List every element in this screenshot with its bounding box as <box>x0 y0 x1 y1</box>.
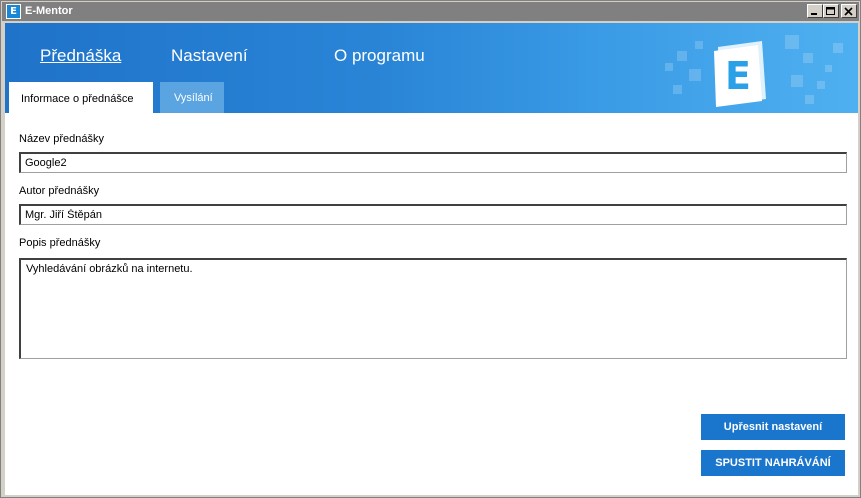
decor-square <box>825 65 832 72</box>
description-label: Popis přednášky <box>19 237 101 249</box>
minimize-button[interactable] <box>807 4 823 18</box>
author-label: Autor přednášky <box>19 185 100 197</box>
form-panel: Název přednášky Autor přednášky Popis př… <box>5 113 858 495</box>
lecture-title-input[interactable] <box>19 152 847 173</box>
tab-informace[interactable]: Informace o přednášce <box>9 82 153 113</box>
decor-square <box>665 63 673 71</box>
description-textarea[interactable]: Vyhledávání obrázků na internetu. <box>19 258 847 359</box>
decor-square <box>677 51 687 61</box>
decor-square <box>689 69 701 81</box>
decor-square <box>673 85 682 94</box>
nav-nastaveni[interactable]: Nastavení <box>171 46 248 66</box>
maximize-icon <box>826 7 835 15</box>
header-banner: Přednáška Nastavení O programu E Informa… <box>5 23 858 113</box>
decor-square <box>833 43 843 53</box>
decor-square <box>803 53 813 63</box>
close-button[interactable] <box>841 4 857 18</box>
decor-square <box>785 35 799 49</box>
author-input[interactable] <box>19 204 847 225</box>
lecture-title-label: Název přednášky <box>19 133 104 145</box>
svg-text:E: E <box>725 54 751 98</box>
app-icon: E <box>6 4 21 19</box>
app-window: E E-Mentor Přednáška Nastavení O program… <box>0 0 861 498</box>
app-logo: E <box>710 37 770 107</box>
maximize-button[interactable] <box>823 4 839 18</box>
close-icon <box>844 7 853 16</box>
minimize-icon <box>811 13 817 15</box>
tab-vysilani[interactable]: Vysílání <box>160 82 224 113</box>
window-title: E-Mentor <box>25 5 73 17</box>
decor-square <box>791 75 803 87</box>
nav-prednaska[interactable]: Přednáška <box>40 46 121 66</box>
title-bar[interactable]: E E-Mentor <box>2 2 859 21</box>
nav-o-programu[interactable]: O programu <box>334 46 425 66</box>
decor-square <box>695 41 703 49</box>
decor-square <box>817 81 825 89</box>
advanced-settings-button[interactable]: Upřesnit nastavení <box>701 414 845 440</box>
start-recording-button[interactable]: SPUSTIT NAHRÁVÁNÍ <box>701 450 845 476</box>
decor-square <box>805 95 814 104</box>
